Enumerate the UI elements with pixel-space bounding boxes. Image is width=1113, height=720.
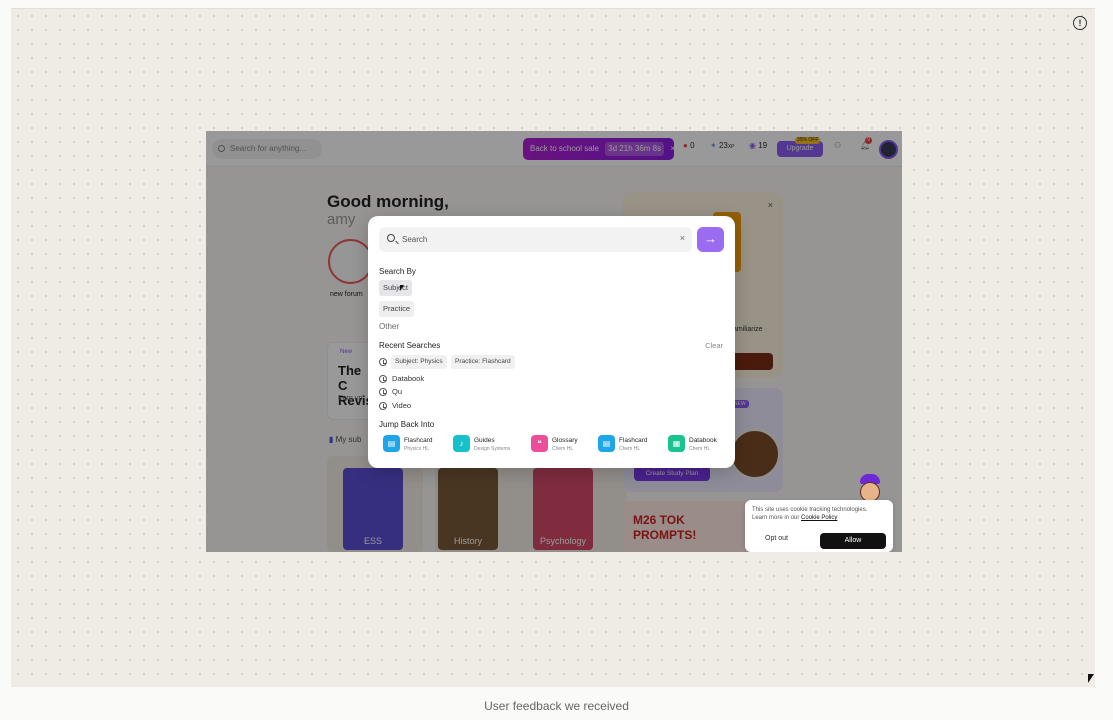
databook-icon: ▦ [668, 435, 685, 452]
flashcard-icon: ▤ [598, 435, 615, 452]
submit-search-button[interactable]: → [697, 227, 724, 252]
mouse-cursor [400, 285, 404, 291]
guide-icon: ♪ [453, 435, 470, 452]
clock-icon [379, 358, 387, 366]
recent-chip[interactable]: Subject: Physics [391, 355, 447, 369]
recent-chip[interactable]: Practice: Flashcard [451, 355, 515, 369]
allow-button[interactable]: Allow [820, 533, 886, 549]
modal-search-input[interactable] [402, 227, 672, 252]
filter-other[interactable]: Other [379, 322, 399, 331]
clear-search-icon[interactable]: × [680, 233, 685, 243]
opt-out-button[interactable]: Opt out [765, 535, 788, 542]
cookie-banner: This site uses cookie tracking technolog… [745, 500, 893, 552]
caption: User feedback we received [484, 699, 629, 713]
mouse-cursor [1088, 674, 1094, 683]
filter-chip-subject[interactable]: Subject [379, 280, 413, 296]
recent-item[interactable]: Qu [392, 387, 402, 396]
clock-icon [379, 375, 387, 383]
recent-item[interactable]: Databook [392, 374, 424, 383]
info-icon[interactable]: ! [1073, 16, 1087, 30]
search-modal: × → Search By Subject Practice Other Rec… [368, 216, 735, 468]
recent-item[interactable]: Video [392, 401, 411, 410]
filter-chip-practice[interactable]: Practice [379, 301, 415, 317]
clear-recent-button[interactable]: Clear [705, 341, 723, 350]
glossary-icon: ❝ [531, 435, 548, 452]
flashcard-icon: ▤ [383, 435, 400, 452]
search-by-heading: Search By [379, 267, 416, 276]
recent-searches-heading: Recent Searches [379, 341, 441, 350]
search-icon [387, 234, 395, 242]
cookie-policy-link[interactable]: Cookie Policy [801, 515, 837, 521]
modal-search-bar[interactable]: × [379, 227, 692, 252]
clock-icon [379, 388, 387, 396]
jump-back-heading: Jump Back Into [379, 420, 435, 429]
clock-icon [379, 402, 387, 410]
